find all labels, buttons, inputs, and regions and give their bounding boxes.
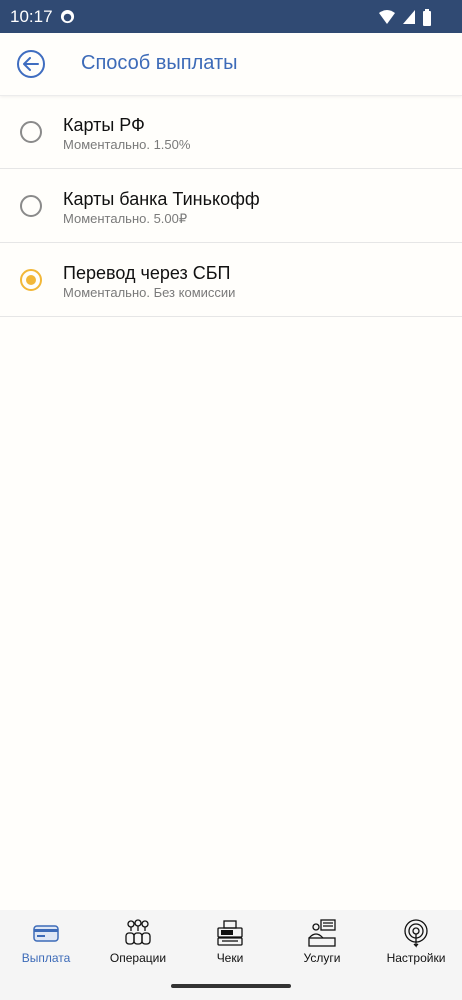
option-title: Карты банка Тинькофф	[63, 189, 260, 209]
back-button[interactable]	[17, 50, 45, 78]
radio-button-selected[interactable]	[20, 269, 42, 291]
option-tinkoff-cards[interactable]: Карты банка Тинькофф Моментально. 5.00₽	[0, 169, 462, 243]
option-subtitle: Моментально. 1.50%	[63, 137, 191, 152]
page-title: Способ выплаты	[81, 52, 238, 74]
status-time: 10:17	[10, 7, 53, 26]
card-icon	[33, 925, 59, 942]
nav-label: Выплата	[21, 951, 71, 965]
radio-button[interactable]	[20, 195, 42, 217]
money-bags-icon	[125, 919, 151, 945]
battery-icon	[423, 8, 431, 26]
service-counter-icon	[308, 919, 336, 947]
option-sbp-transfer[interactable]: Перевод через СБП Моментально. Без комис…	[0, 243, 462, 317]
home-indicator[interactable]	[171, 984, 291, 988]
arrow-left-icon	[23, 57, 39, 71]
nav-item-receipts[interactable]: Чеки	[184, 918, 276, 968]
option-subtitle: Моментально. Без комиссии	[63, 285, 236, 300]
nav-label: Операции	[109, 951, 167, 965]
option-cards-rf[interactable]: Карты РФ Моментально. 1.50%	[0, 95, 462, 169]
nav-item-settings[interactable]: Настройки	[370, 918, 462, 968]
signal-icon	[403, 10, 415, 24]
nav-label: Чеки	[216, 951, 244, 965]
status-icons	[378, 8, 432, 26]
app-notification-icon	[60, 9, 75, 24]
option-title: Перевод через СБП	[63, 263, 231, 283]
settings-gear-icon	[404, 919, 428, 948]
status-bar: 10:17	[0, 0, 462, 33]
app-header: Способ выплаты	[0, 33, 462, 96]
nav-item-operations[interactable]: Операции	[92, 918, 184, 968]
nav-label: Настройки	[386, 951, 446, 965]
option-subtitle: Моментально. 5.00₽	[63, 211, 188, 226]
nav-label: Услуги	[303, 951, 341, 965]
nav-item-payout[interactable]: Выплата	[0, 918, 92, 968]
cash-register-icon	[217, 920, 243, 946]
option-title: Карты РФ	[63, 115, 145, 135]
wifi-icon	[379, 10, 395, 24]
nav-item-services[interactable]: Услуги	[276, 918, 368, 968]
radio-button[interactable]	[20, 121, 42, 143]
